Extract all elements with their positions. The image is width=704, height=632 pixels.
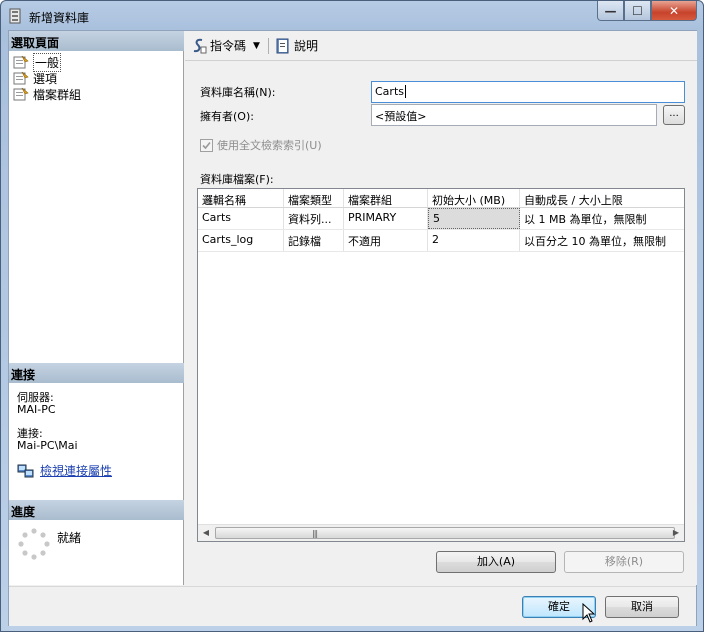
add-file-button[interactable]: 加入(A) (436, 551, 556, 573)
column-header[interactable]: 檔案群組 (344, 189, 428, 207)
table-cell[interactable]: 不適用 (344, 230, 428, 251)
view-connection-properties[interactable]: 檢視連接屬性 (17, 462, 112, 479)
table-cell[interactable]: PRIMARY (344, 208, 428, 229)
window-title: 新增資料庫 (29, 11, 90, 25)
table-cell-selected[interactable]: 5 (428, 208, 520, 229)
connection-properties-icon (17, 464, 34, 477)
table-cell[interactable]: 以百分之 10 為單位，無限制 (520, 230, 684, 251)
dialog-footer: 確定 取消 (9, 586, 696, 626)
nav-item-label: 檔案群組 (33, 87, 82, 102)
progress-spinner-icon (18, 528, 50, 560)
view-connection-properties-link[interactable]: 檢視連接屬性 (40, 462, 112, 479)
scroll-left-arrow-icon[interactable]: ◀ (200, 527, 212, 539)
page-settings-icon (13, 87, 29, 101)
mouse-cursor-icon (582, 603, 596, 623)
progress-status: 就緒 (57, 531, 82, 545)
scrollbar-thumb[interactable]: ||| (215, 527, 675, 539)
database-icon (9, 8, 21, 24)
toolbar: 指令碼 ▼ 說明 (185, 31, 697, 61)
server-value: MAI-PC (17, 403, 56, 416)
scroll-right-arrow-icon[interactable]: ▶ (670, 527, 682, 539)
nav-item-general[interactable]: 一般 (13, 52, 62, 72)
nav-item-label: 選項 (33, 71, 58, 86)
table-cell[interactable]: Carts (198, 208, 284, 229)
db-name-label: 資料庫名稱(N): (200, 86, 276, 99)
left-pane: 選取頁面 一般 選項 檔案群組 連接 伺服器: MAI-PC 連接: Mai-P… (9, 31, 184, 585)
table-cell[interactable]: 記錄檔 (284, 230, 344, 251)
scrollbar-grip-icon: ||| (312, 529, 318, 538)
script-label: 指令碼 (210, 39, 247, 53)
table-cell[interactable]: 資料列... (284, 208, 344, 229)
page-settings-icon (13, 71, 29, 85)
database-files-grid[interactable]: 邏輯名稱 檔案類型 檔案群組 初始大小 (MB) 自動成長 / 大小上限 Car… (197, 188, 685, 542)
script-icon (193, 38, 207, 53)
grid-header: 邏輯名稱 檔案類型 檔案群組 初始大小 (MB) 自動成長 / 大小上限 (198, 189, 684, 208)
title-bar[interactable]: 新增資料庫 — ☐ ✕ (1, 1, 703, 31)
dialog-client-area: 選取頁面 一般 選項 檔案群組 連接 伺服器: MAI-PC 連接: Mai-P… (8, 30, 697, 626)
owner-input[interactable]: <預設值> (371, 104, 657, 126)
nav-item-options[interactable]: 選項 (13, 70, 57, 86)
nav-item-filegroups[interactable]: 檔案群組 (13, 86, 81, 102)
page-settings-icon (13, 55, 29, 69)
checkmark-icon (202, 141, 211, 149)
connection-header: 連接 (9, 363, 184, 383)
db-name-value: Carts (375, 85, 404, 98)
table-row[interactable]: Carts_log 記錄檔 不適用 2 以百分之 10 為單位，無限制 (198, 230, 684, 252)
script-button[interactable]: 指令碼 ▼ (191, 37, 260, 54)
remove-file-button[interactable]: 移除(R) (564, 551, 684, 573)
column-header[interactable]: 自動成長 / 大小上限 (520, 189, 684, 207)
horizontal-scrollbar[interactable]: ◀ ||| ▶ (198, 524, 684, 541)
fulltext-checkbox[interactable] (200, 138, 213, 152)
fulltext-label: 使用全文檢索索引(U) (217, 139, 322, 152)
help-button[interactable]: 說明 (275, 37, 318, 54)
dialog-window: 新增資料庫 — ☐ ✕ 選取頁面 一般 選項 檔案群組 連接 伺服器: MAI-… (0, 0, 704, 632)
column-header[interactable]: 檔案類型 (284, 189, 344, 207)
help-book-icon (276, 38, 289, 53)
maximize-button[interactable]: ☐ (624, 1, 651, 21)
dropdown-arrow-icon[interactable]: ▼ (253, 41, 260, 51)
table-cell[interactable]: Carts_log (198, 230, 284, 251)
column-header[interactable]: 初始大小 (MB) (428, 189, 520, 207)
main-pane: 指令碼 ▼ 說明 資料庫名稱(N): Carts 擁有者(O): <預設值> .… (185, 31, 697, 585)
table-cell[interactable]: 以 1 MB 為單位，無限制 (520, 208, 684, 229)
db-name-input[interactable]: Carts (371, 81, 685, 103)
table-row[interactable]: Carts 資料列... PRIMARY 5 以 1 MB 為單位，無限制 (198, 208, 684, 230)
toolbar-separator (267, 37, 269, 54)
cancel-button[interactable]: 取消 (605, 596, 679, 618)
help-label: 說明 (293, 39, 318, 53)
connection-value: Mai-PC\Mai (17, 439, 78, 452)
owner-label: 擁有者(O): (200, 110, 254, 123)
browse-owner-button[interactable]: ... (663, 105, 685, 125)
text-cursor (405, 85, 406, 98)
close-button[interactable]: ✕ (651, 1, 697, 21)
column-header[interactable]: 邏輯名稱 (198, 189, 284, 207)
minimize-button[interactable]: — (597, 1, 624, 21)
db-files-label: 資料庫檔案(F): (200, 173, 274, 186)
select-page-header: 選取頁面 (9, 31, 184, 51)
fulltext-checkbox-row[interactable]: 使用全文檢索索引(U) (200, 137, 322, 153)
table-cell[interactable]: 2 (428, 230, 520, 251)
progress-header: 進度 (9, 500, 184, 520)
